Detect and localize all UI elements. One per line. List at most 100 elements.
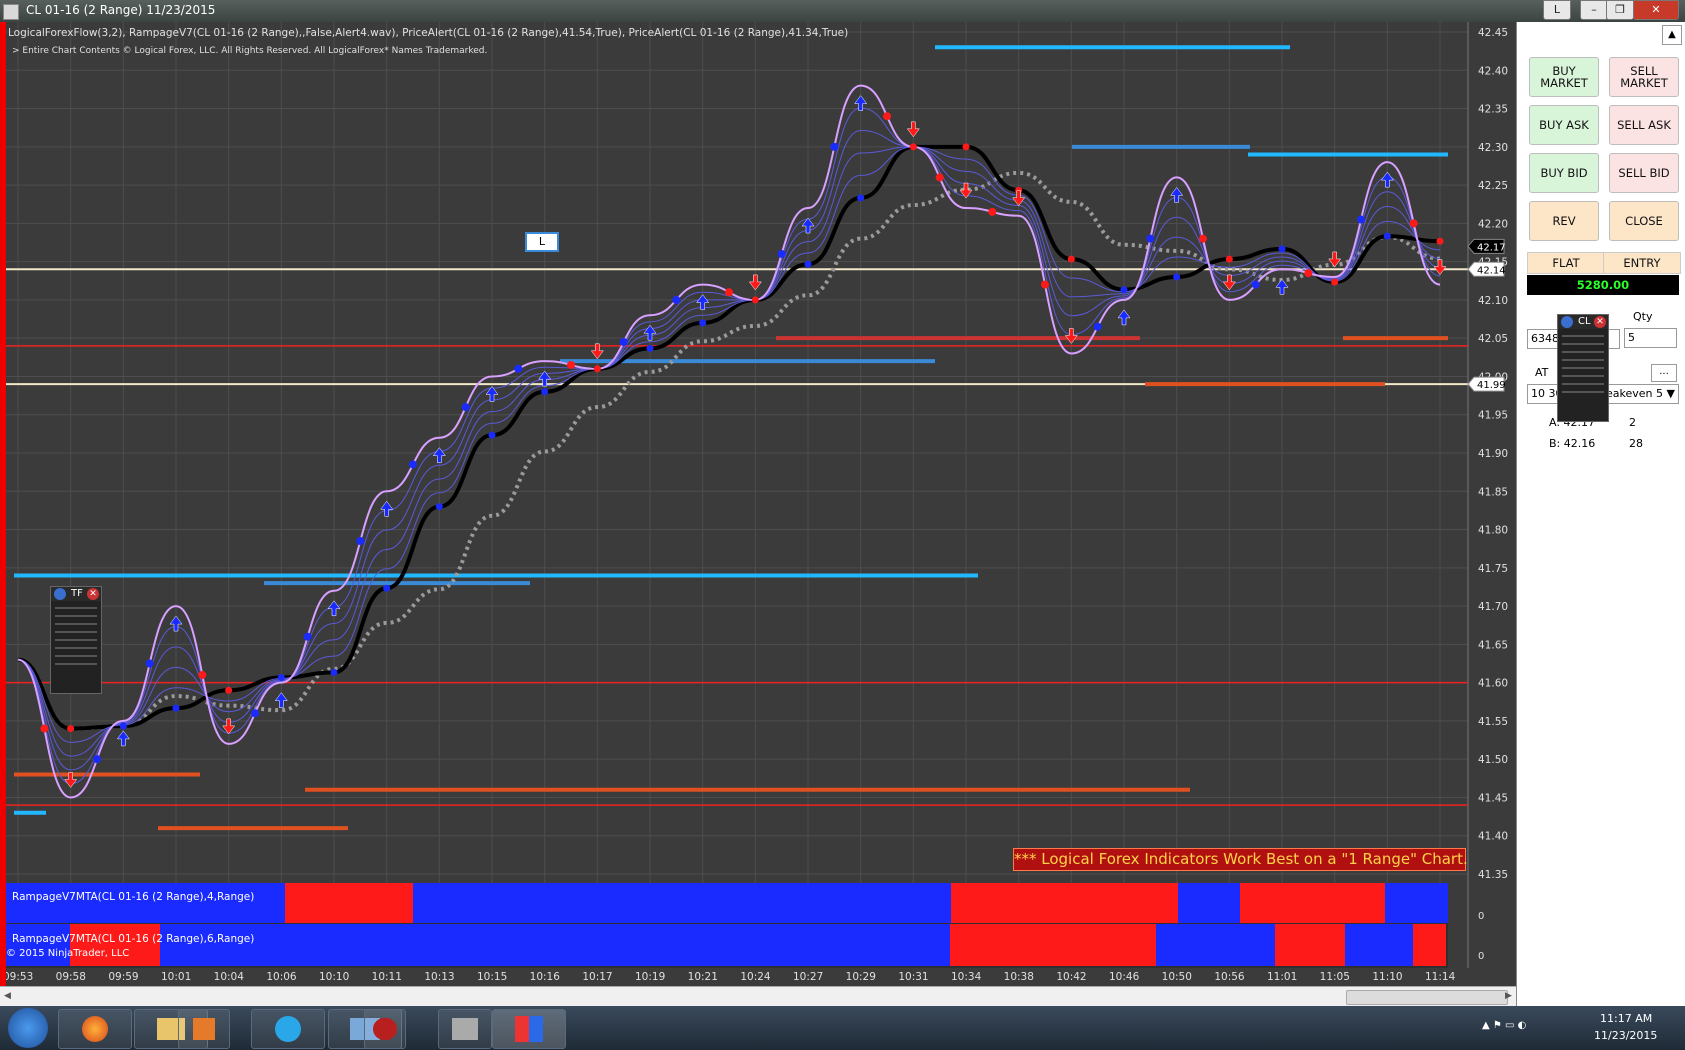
- time-tick-label: 11:14: [1425, 971, 1456, 983]
- trend-dot: [1199, 234, 1207, 243]
- trend-dot: [672, 295, 681, 304]
- trend-dot: [935, 173, 944, 182]
- pin-button[interactable]: L: [1543, 0, 1571, 20]
- buy-bid-button[interactable]: BUY BID: [1529, 153, 1599, 193]
- ninjatrader-taskbar-icon[interactable]: [492, 1009, 566, 1049]
- trend-dot: [225, 686, 233, 694]
- time-tick-label: 10:15: [477, 971, 507, 983]
- chart-trader-panel: ▲ BUY MARKET SELL MARKET BUY ASK SELL AS…: [1516, 22, 1685, 1026]
- time-tick-label: 10:29: [846, 971, 876, 983]
- panel1-segment: [413, 883, 951, 923]
- panel1-segment: [1178, 883, 1240, 923]
- time-tick-label: 10:50: [1162, 971, 1192, 983]
- sell-bid-button[interactable]: SELL BID: [1609, 153, 1679, 193]
- buy-ask-button[interactable]: BUY ASK: [1529, 105, 1599, 145]
- trend-dot: [488, 431, 496, 439]
- trend-dot: [830, 142, 839, 151]
- restore-button[interactable]: ❐: [1606, 0, 1634, 20]
- chart-scrollbar[interactable]: ◀ ▶: [0, 986, 1516, 1007]
- price-flag-label: 42.17: [1477, 242, 1506, 253]
- scroll-left-icon[interactable]: ◀: [4, 991, 11, 1001]
- time-tick-label: 10:11: [372, 971, 402, 983]
- trend-dot: [40, 724, 49, 733]
- trend-dot: [461, 403, 470, 412]
- minimize-button[interactable]: –: [1580, 0, 1608, 20]
- price-tick-label: 41.40: [1478, 831, 1508, 843]
- price-tick-label: 41.85: [1478, 486, 1508, 498]
- sell-ask-button[interactable]: SELL ASK: [1609, 105, 1679, 145]
- qty-label: Qty: [1633, 310, 1653, 323]
- trend-dot: [541, 388, 549, 396]
- time-tick-label: 11:05: [1320, 971, 1350, 983]
- trend-dot: [435, 503, 443, 511]
- close-button[interactable]: ✕: [1633, 0, 1679, 20]
- close-icon[interactable]: ✕: [1594, 316, 1606, 328]
- trend-dot: [356, 537, 365, 546]
- trend-dot: [804, 260, 812, 268]
- trend-dot: [988, 207, 997, 216]
- panel1-segment: [951, 883, 1178, 923]
- trend-dot: [1225, 255, 1233, 263]
- ninjatrader-copyright: © 2015 NinjaTrader, LLC: [6, 948, 129, 959]
- chart-marker-label[interactable]: L: [525, 232, 559, 252]
- panel2-segment: [1345, 924, 1413, 966]
- atm-strategy-value: eakeven 5: [1606, 387, 1663, 400]
- trend-dot: [1041, 280, 1049, 289]
- time-tick-label: 10:10: [319, 971, 349, 983]
- atm-more-button[interactable]: ...: [1651, 364, 1677, 382]
- rev-button[interactable]: REV: [1529, 201, 1599, 241]
- panel2-zero: 0: [1478, 951, 1484, 962]
- panel2-segment: [160, 924, 950, 966]
- trend-dot: [251, 709, 259, 718]
- chart-area[interactable]: 42.4542.4042.3542.3042.2542.2042.1542.10…: [0, 22, 1516, 1026]
- time-tick-label: 10:13: [424, 971, 454, 983]
- cl-mini-panel[interactable]: CL ✕: [1557, 314, 1609, 422]
- panel2-label: RampageV7MTA(CL 01-16 (2 Range),6,Range): [12, 933, 254, 945]
- window-title: CL 01-16 (2 Range) 11/23/2015: [26, 3, 216, 17]
- app-icon: [3, 4, 19, 20]
- atm-label: AT: [1535, 366, 1549, 379]
- app1-taskbar-icon[interactable]: [364, 1009, 406, 1049]
- scrollbar-thumb[interactable]: [1346, 990, 1508, 1005]
- close-icon[interactable]: ✕: [87, 588, 99, 600]
- panel1-segment: [285, 883, 413, 923]
- firefox-taskbar-icon[interactable]: [58, 1009, 132, 1049]
- trend-dot: [172, 704, 180, 712]
- chart-copyright: > Entire Chart Contents © Logical Forex,…: [12, 46, 488, 56]
- panel1-segment: [1385, 883, 1448, 923]
- trend-dot: [303, 632, 312, 641]
- panel2-segment: [1156, 924, 1275, 966]
- window-titlebar: CL 01-16 (2 Range) 11/23/2015 L – ❐ ✕: [0, 0, 1685, 22]
- clock-date[interactable]: 11/23/2015: [1594, 1029, 1657, 1042]
- trend-dot: [1146, 234, 1155, 243]
- price-tick-label: 41.75: [1478, 563, 1508, 575]
- sell-market-button[interactable]: SELL MARKET: [1609, 57, 1679, 97]
- clock-time[interactable]: 11:17 AM: [1600, 1012, 1652, 1025]
- tf-mini-panel[interactable]: TF ✕: [50, 586, 102, 694]
- trend-dot: [909, 143, 917, 151]
- trend-dot: [1331, 278, 1339, 286]
- trend-dot: [725, 288, 733, 297]
- collapse-arrow-icon[interactable]: ▲: [1662, 25, 1682, 45]
- time-tick-label: 09:53: [3, 971, 33, 983]
- close-position-button[interactable]: CLOSE: [1609, 201, 1679, 241]
- trend-dot: [1357, 215, 1365, 224]
- time-tick-label: 09:59: [108, 971, 138, 983]
- start-button[interactable]: [8, 1008, 48, 1048]
- time-tick-label: 11:10: [1372, 971, 1402, 983]
- buy-market-button[interactable]: BUY MARKET: [1529, 57, 1599, 97]
- app2-taskbar-icon[interactable]: [438, 1009, 492, 1049]
- trend-dot: [1436, 237, 1444, 245]
- media-taskbar-icon[interactable]: [178, 1009, 230, 1049]
- qty-input[interactable]: 5: [1624, 328, 1677, 348]
- price-tick-label: 41.90: [1478, 448, 1508, 460]
- tray-icons[interactable]: ▲ ⚑ ▭ ◐: [1482, 1020, 1526, 1031]
- skype-taskbar-icon[interactable]: [251, 1009, 325, 1049]
- trend-dot: [330, 668, 338, 676]
- price-chart-svg[interactable]: 42.4542.4042.3542.3042.2542.2042.1542.10…: [0, 22, 1516, 986]
- trend-dot: [93, 755, 101, 764]
- scroll-right-icon[interactable]: ▶: [1505, 991, 1512, 1001]
- trend-dot: [1120, 286, 1128, 294]
- trend-dot: [514, 364, 523, 373]
- globe-icon: [54, 588, 66, 600]
